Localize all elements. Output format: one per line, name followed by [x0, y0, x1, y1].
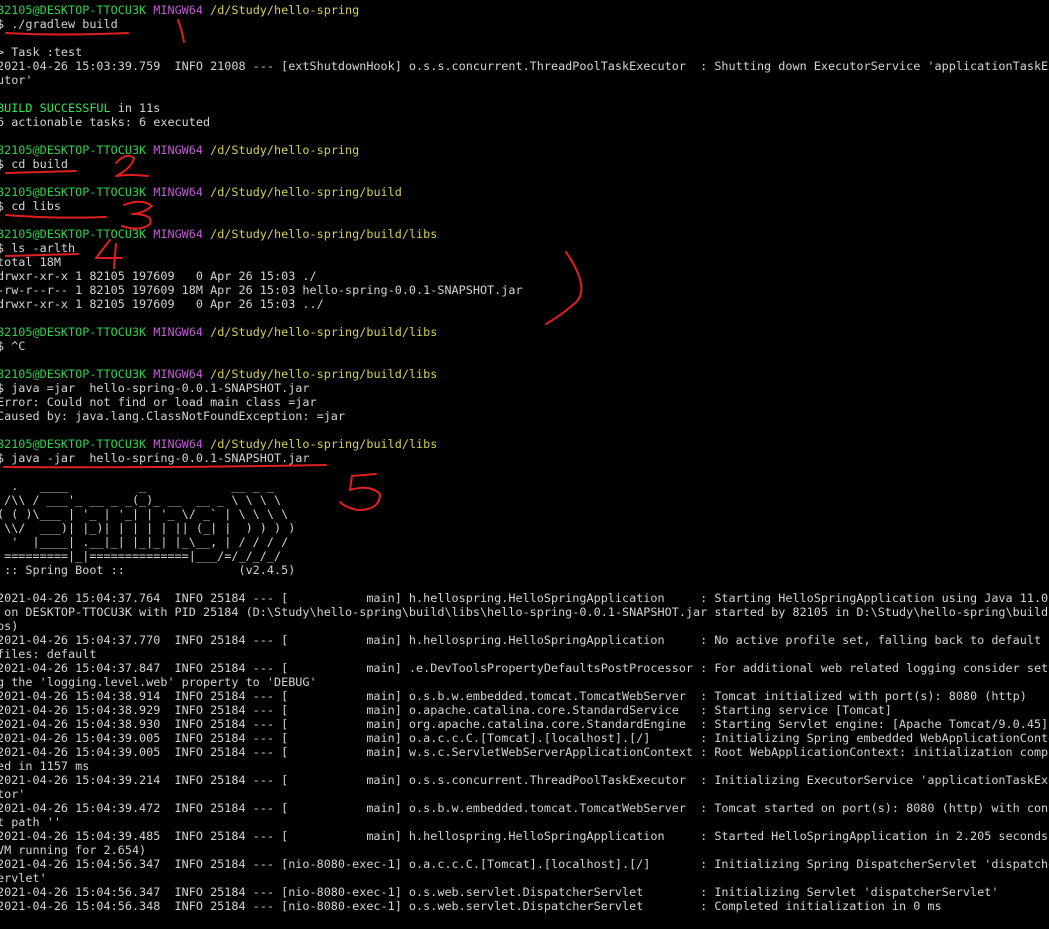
output-line: > Task :test: [0, 45, 83, 59]
output-line: 2021-04-26 15:04:39.472 INFO 25184 --- […: [0, 801, 1049, 815]
output-line: ( ( )\___ | '_ | '_| | '_ \/ _` | \ \ \ …: [0, 507, 289, 521]
prompt-user: 82105@DESKTOP-TTOCU3K: [0, 227, 147, 241]
output-line: 2021-04-26 15:04:56.348 INFO 25184 --- […: [0, 899, 942, 913]
prompt-line: 82105@DESKTOP-TTOCU3K MINGW64 /d/Study/h…: [0, 325, 1049, 339]
prompt-path: /d/Study/hello-spring: [210, 143, 360, 157]
prompt-line: 82105@DESKTOP-TTOCU3K MINGW64 /d/Study/h…: [0, 367, 1049, 381]
output-line: $ ^C: [0, 339, 26, 353]
prompt-user: 82105@DESKTOP-TTOCU3K: [0, 143, 147, 157]
output-line: ervlet': [0, 871, 47, 885]
output-line: . ____ _ __ _ _: [0, 479, 274, 493]
prompt-env: MINGW64: [153, 3, 203, 17]
output-line: total 18M: [0, 255, 61, 269]
output-line: drwxr-xr-x 1 82105 197609 0 Apr 26 15:03…: [0, 269, 317, 283]
prompt-env: MINGW64: [153, 185, 203, 199]
prompt-path: /d/Study/hello-spring/build/libs: [210, 325, 438, 339]
prompt-user: 82105@DESKTOP-TTOCU3K: [0, 185, 147, 199]
output-line: on DESKTOP-TTOCU3K with PID 25184 (D:\St…: [0, 605, 1049, 619]
output-line: 2021-04-26 15:04:39.005 INFO 25184 --- […: [0, 731, 1049, 745]
output-line: 2021-04-26 15:04:37.764 INFO 25184 --- […: [0, 591, 1049, 605]
prompt-env: MINGW64: [153, 325, 203, 339]
prompt-user: 82105@DESKTOP-TTOCU3K: [0, 367, 147, 381]
prompt-path: /d/Study/hello-spring/build/libs: [210, 227, 438, 241]
output-line: 2021-04-26 15:04:38.930 INFO 25184 --- […: [0, 717, 1049, 731]
output-line: t path '': [0, 815, 61, 829]
output-line: 2021-04-26 15:04:39.214 INFO 25184 --- […: [0, 773, 1049, 787]
output-line: =========|_|==============|___/=/_/_/_/: [0, 549, 282, 563]
output-line: ' |____| .__|_| |_|_| |_\__, | / / / /: [0, 535, 289, 549]
prompt-user: 82105@DESKTOP-TTOCU3K: [0, 437, 147, 451]
terminal-output[interactable]: 82105@DESKTOP-TTOCU3K MINGW64 /d/Study/h…: [0, 3, 1049, 913]
output-line: Error: Could not find or load main class…: [0, 395, 317, 409]
prompt-user: 82105@DESKTOP-TTOCU3K: [0, 3, 147, 17]
output-line: $ cd build: [0, 157, 69, 171]
output-line: $ ls -arlth: [0, 241, 76, 255]
prompt-line: 82105@DESKTOP-TTOCU3K MINGW64 /d/Study/h…: [0, 437, 1049, 451]
output-line: /\\ / ___'_ __ _ _(_)_ __ __ _ \ \ \ \: [0, 493, 282, 507]
prompt-env: MINGW64: [153, 227, 203, 241]
output-line: 2021-04-26 15:04:39.005 INFO 25184 --- […: [0, 745, 1049, 759]
output-line: 6 actionable tasks: 6 executed: [0, 115, 211, 129]
output-line: 2021-04-26 15:03:39.759 INFO 21008 --- […: [0, 59, 1049, 73]
prompt-line: 82105@DESKTOP-TTOCU3K MINGW64 /d/Study/h…: [0, 227, 1049, 241]
prompt-line: 82105@DESKTOP-TTOCU3K MINGW64 /d/Study/h…: [0, 3, 1049, 17]
output-line: 2021-04-26 15:04:38.914 INFO 25184 --- […: [0, 689, 1027, 703]
output-line: \\/ ___)| |_)| | | | | || (_| | ) ) ) ): [0, 521, 296, 535]
prompt-env: MINGW64: [153, 367, 203, 381]
output-line: Caused by: java.lang.ClassNotFoundExcept…: [0, 409, 346, 423]
output-line: $ java -jar hello-spring-0.0.1-SNAPSHOT.…: [0, 451, 310, 465]
prompt-path: /d/Study/hello-spring: [210, 3, 360, 17]
output-line: $ ./gradlew build: [0, 17, 118, 31]
output-line: files: default: [0, 647, 97, 661]
output-line: drwxr-xr-x 1 82105 197609 0 Apr 26 15:03…: [0, 297, 324, 311]
build-duration-text: in 11s: [110, 101, 161, 115]
output-line: $ java =jar hello-spring-0.0.1-SNAPSHOT.…: [0, 381, 310, 395]
output-line: 2021-04-26 15:04:56.347 INFO 25184 --- […: [0, 885, 999, 899]
output-line: :: Spring Boot :: (v2.4.5): [0, 563, 296, 577]
output-line: 2021-04-26 15:04:37.770 INFO 25184 --- […: [0, 633, 1049, 647]
prompt-line: 82105@DESKTOP-TTOCU3K MINGW64 /d/Study/h…: [0, 185, 1049, 199]
output-line: 2021-04-26 15:04:56.347 INFO 25184 --- […: [0, 857, 1049, 871]
output-line: bs): [0, 619, 19, 633]
output-line: $ cd libs: [0, 199, 61, 213]
output-line: g the 'logging.level.web' property to 'D…: [0, 675, 317, 689]
output-line: tor': [0, 787, 26, 801]
prompt-line: 82105@DESKTOP-TTOCU3K MINGW64 /d/Study/h…: [0, 143, 1049, 157]
prompt-path: /d/Study/hello-spring/build/libs: [210, 437, 438, 451]
output-line: ed in 1157 ms: [0, 759, 90, 773]
prompt-path: /d/Study/hello-spring/build/libs: [210, 367, 438, 381]
prompt-env: MINGW64: [153, 143, 203, 157]
prompt-user: 82105@DESKTOP-TTOCU3K: [0, 325, 147, 339]
output-line: 2021-04-26 15:04:38.929 INFO 25184 --- […: [0, 703, 892, 717]
prompt-path: /d/Study/hello-spring/build: [210, 185, 402, 199]
prompt-env: MINGW64: [153, 437, 203, 451]
build-success-text: BUILD SUCCESSFUL: [0, 101, 111, 115]
output-line: utor': [0, 73, 33, 87]
build-status-line: BUILD SUCCESSFUL in 11s: [0, 101, 1049, 115]
output-line: 2021-04-26 15:04:37.847 INFO 25184 --- […: [0, 661, 1049, 675]
output-line: VM running for 2.654): [0, 843, 147, 857]
output-line: 2021-04-26 15:04:39.485 INFO 25184 --- […: [0, 829, 1049, 843]
output-line: -rw-r--r-- 1 82105 197609 18M Apr 26 15:…: [0, 283, 523, 297]
